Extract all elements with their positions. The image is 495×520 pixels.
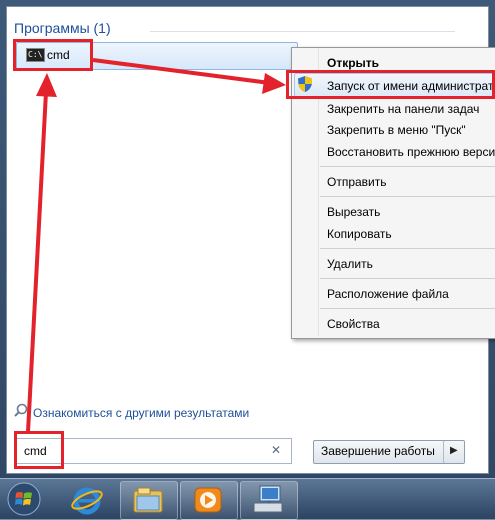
see-more-results-link[interactable]: Ознакомиться с другими результатами	[33, 406, 249, 420]
menu-item-restore-version[interactable]: Восстановить прежнюю версию	[327, 145, 495, 159]
annotation-box-cmd	[13, 39, 93, 71]
programs-header: Программы (1)	[14, 20, 111, 36]
menu-item-open[interactable]: Открыть	[327, 56, 379, 70]
menu-separator	[320, 196, 495, 197]
internet-explorer-icon[interactable]	[70, 484, 104, 516]
menu-separator	[320, 248, 495, 249]
menu-item-copy[interactable]: Копировать	[327, 227, 392, 241]
menu-separator	[320, 166, 495, 167]
menu-item-send-to[interactable]: Отправить	[327, 175, 387, 189]
menu-separator	[320, 308, 495, 309]
menu-item-pin-taskbar[interactable]: Закрепить на панели задач	[327, 102, 479, 116]
clear-search-icon[interactable]: ✕	[271, 443, 281, 457]
menu-separator	[320, 278, 495, 279]
start-orb-icon[interactable]	[6, 482, 42, 516]
media-player-icon	[194, 487, 222, 513]
shutdown-button-label: Завершение работы	[321, 444, 435, 458]
menu-item-pin-start[interactable]: Закрепить в меню "Пуск"	[327, 123, 466, 137]
search-icon	[14, 403, 28, 417]
computer-network-icon	[253, 485, 283, 513]
annotation-box-run-as-admin	[286, 70, 495, 99]
arrow-right-icon: ▶	[450, 445, 458, 456]
header-divider	[150, 31, 455, 32]
menu-item-properties[interactable]: Свойства	[327, 317, 380, 331]
folder-icon	[133, 487, 163, 513]
menu-item-delete[interactable]: Удалить	[327, 257, 373, 271]
annotation-box-search	[14, 431, 64, 469]
menu-item-file-location[interactable]: Расположение файла	[327, 287, 449, 301]
menu-item-cut[interactable]: Вырезать	[327, 205, 380, 219]
